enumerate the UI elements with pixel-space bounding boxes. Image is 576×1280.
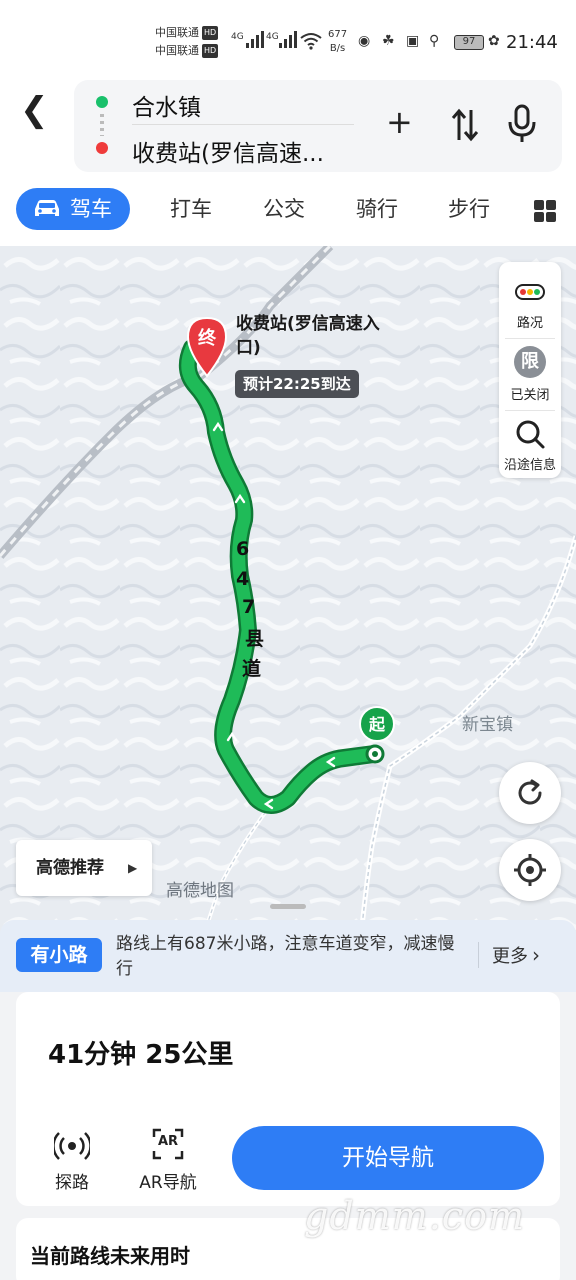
clock: 21:44 <box>506 32 558 53</box>
svg-text:起: 起 <box>368 715 386 734</box>
road-name-char: 4 <box>236 568 250 590</box>
add-waypoint-icon[interactable]: + <box>386 102 413 142</box>
map-view[interactable]: 终 起 收费站(罗信高速入口) 预计22:25到达 6 4 7 县 道 新宝镇 … <box>0 246 576 946</box>
recommend-button[interactable]: 高德推荐 ▶ <box>16 840 152 896</box>
town-label: 新宝镇 <box>462 715 513 735</box>
microphone-icon[interactable] <box>506 104 538 144</box>
traffic-toggle[interactable]: 路况 <box>499 272 561 332</box>
network-speed: 677 B/s <box>328 29 348 54</box>
locate-button[interactable] <box>499 839 561 901</box>
road-name-char: 道 <box>242 658 262 680</box>
carrier-2: 中国联通 HD <box>155 44 219 58</box>
notice-text: 路线上有687米小路，注意车道变窄，减速慢行 <box>116 934 455 979</box>
explore-radar-icon <box>54 1132 90 1160</box>
road-name-char: 县 <box>245 628 265 650</box>
tab-transit[interactable]: 公交 <box>263 188 305 230</box>
tab-walk[interactable]: 步行 <box>448 188 490 230</box>
wifi-icon <box>300 33 322 50</box>
destination-dot-icon <box>96 142 108 154</box>
signal-bars-2-icon <box>279 30 297 48</box>
locate-icon <box>514 854 546 886</box>
status-bar: 中国联通 HD 中国联通 HD 4G 4G 677 B/s ◉ ☘ ▣ ⚲ 97 ✿ … <box>0 0 576 80</box>
origin-field[interactable]: 合水镇 <box>132 88 201 122</box>
ar-navigation-button[interactable]: AR AR导航 <box>132 1128 204 1193</box>
search-icon <box>516 420 545 449</box>
location-icon: ⚲ <box>429 33 440 49</box>
road-name-char: 6 <box>236 538 250 560</box>
traffic-light-icon <box>515 284 545 300</box>
tab-drive[interactable]: 驾车 <box>16 188 130 230</box>
refresh-icon <box>518 779 542 805</box>
battery-icon: 97 <box>454 35 484 50</box>
route-summary: 41分钟 25公里 <box>48 1040 234 1070</box>
wechat-icon: ◉ <box>358 33 371 49</box>
qq-icon: ☘ <box>382 33 395 49</box>
play-arrow-icon: ▶ <box>128 861 138 875</box>
destination-field[interactable]: 收费站(罗信高速... <box>132 134 324 168</box>
more-label: 更多 <box>492 946 528 967</box>
traffic-label: 路况 <box>516 316 543 331</box>
ar-navigation-label: AR导航 <box>139 1173 197 1193</box>
field-divider <box>132 124 354 125</box>
back-icon[interactable]: ❮ <box>20 90 52 134</box>
ar-icon: AR <box>152 1128 184 1160</box>
nfc-icon: ▣ <box>406 33 420 49</box>
notice-divider <box>478 942 479 968</box>
swap-icon[interactable] <box>450 108 480 142</box>
explore-label: 探路 <box>55 1173 89 1193</box>
destination-label: 收费站(罗信高速入口) <box>236 314 380 358</box>
eta-badge: 预计22:25到达 <box>235 370 359 398</box>
transport-mode-tabs: 驾车 打车 公交 骑行 步行 <box>0 186 576 234</box>
route-input-box: 合水镇 收费站(罗信高速... + <box>74 80 562 172</box>
start-navigation-button[interactable]: 开始导航 <box>232 1126 544 1190</box>
signal-bars-1-icon <box>246 30 264 48</box>
restriction-label: 已关闭 <box>510 388 550 403</box>
drag-handle[interactable] <box>270 904 306 909</box>
future-time-title: 当前路线未来用时 <box>30 1244 190 1268</box>
tab-bike[interactable]: 骑行 <box>356 188 398 230</box>
network-type-2: 4G <box>266 32 279 42</box>
destination-pin-icon[interactable]: 终 <box>186 316 228 380</box>
recommend-label: 高德推荐 <box>36 858 104 878</box>
connector-dots <box>100 114 104 136</box>
map-logo: 高德地图 <box>166 881 234 901</box>
eco-leaf-icon: ✿ <box>488 33 500 49</box>
network-type-1: 4G <box>231 32 244 42</box>
route-info-button[interactable]: 沿途信息 <box>499 416 561 476</box>
route-header: ❮ 合水镇 收费站(罗信高速... + 驾车 打车 公交 骑行 步行 <box>0 80 576 246</box>
carrier-1: 中国联通 HD <box>155 26 219 40</box>
route-card[interactable]: 41分钟 25公里 探路 AR AR导航 开始导航 <box>16 992 560 1206</box>
route-info-label: 沿途信息 <box>503 458 556 473</box>
explore-button[interactable]: 探路 <box>52 1128 92 1193</box>
narrow-road-badge: 有小路 <box>16 938 102 972</box>
tab-taxi[interactable]: 打车 <box>170 188 212 230</box>
refresh-button[interactable] <box>499 762 561 824</box>
road-name-char: 7 <box>242 596 256 618</box>
car-icon <box>35 200 59 216</box>
map-tools-panel: 路况 限 已关闭 沿途信息 <box>499 262 561 478</box>
origin-dot-icon <box>96 96 108 108</box>
more-button[interactable]: 更多 › <box>492 942 540 968</box>
route-notice[interactable]: 有小路 路线上有687米小路，注意车道变窄，减速慢行 更多 › <box>0 920 576 992</box>
start-pin-icon[interactable]: 起 <box>358 706 396 750</box>
restriction-toggle[interactable]: 限 已关闭 <box>499 344 561 406</box>
chevron-right-icon: › <box>532 943 540 967</box>
watermark: gdmm.com <box>304 1194 525 1238</box>
svg-text:终: 终 <box>198 327 217 349</box>
tab-drive-label: 驾车 <box>70 197 112 221</box>
restriction-icon: 限 <box>514 346 546 378</box>
more-modes-icon[interactable] <box>534 200 556 222</box>
